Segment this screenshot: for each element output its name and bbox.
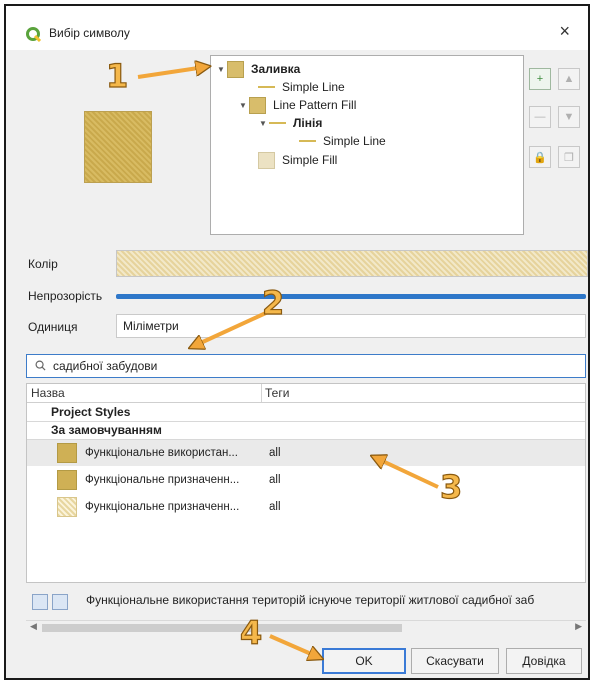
search-icon: [35, 360, 46, 371]
line-swatch-icon: [299, 140, 316, 142]
tree-item-label: Simple Line: [323, 134, 386, 148]
tree-item-simple-line[interactable]: Simple Line: [258, 78, 345, 96]
color-button[interactable]: [116, 250, 588, 277]
tree-item-line-pattern-fill[interactable]: ▼ Line Pattern Fill: [239, 96, 356, 114]
column-tags-header[interactable]: Теги: [265, 386, 289, 400]
annotation-number-1: 1: [105, 56, 129, 95]
qgis-logo-icon: [26, 27, 42, 43]
tree-item-label: Лінія: [293, 116, 323, 130]
collapse-arrow-icon[interactable]: ▼: [217, 65, 227, 74]
search-input[interactable]: садибної забудови: [26, 354, 586, 378]
fill-swatch-icon: [249, 96, 266, 114]
remove-layer-button[interactable]: —: [529, 106, 551, 128]
duplicate-button[interactable]: ❐: [558, 146, 580, 168]
row-name: Функціональне призначенн...: [85, 501, 240, 513]
color-label: Колір: [28, 257, 58, 271]
tree-item-label: Line Pattern Fill: [273, 98, 357, 112]
view-mode-toggle: [32, 594, 68, 610]
tree-item-simple-fill[interactable]: Simple Fill: [258, 151, 337, 169]
symbol-swatch-icon: [57, 497, 77, 517]
line-swatch-icon: [269, 122, 286, 124]
help-button[interactable]: Довідка: [506, 648, 582, 674]
ok-button[interactable]: OK: [322, 648, 406, 674]
column-name-header[interactable]: Назва: [31, 386, 65, 400]
cancel-button[interactable]: Скасувати: [411, 648, 499, 674]
annotation-number-2: 2: [261, 283, 285, 322]
add-layer-button[interactable]: +: [529, 68, 551, 90]
table-row[interactable]: Функціональне призначенн... all: [27, 467, 585, 493]
row-name: Функціональне використан...: [85, 447, 238, 459]
table-row[interactable]: Функціональне призначенн... all: [27, 494, 585, 520]
symbol-swatch-icon: [57, 443, 77, 463]
symbol-layers-tree[interactable]: ▼ Заливка Simple Line ▼ Line Pattern Fil…: [210, 55, 524, 235]
tree-item-label: Simple Fill: [282, 153, 338, 167]
row-tags: all: [269, 474, 281, 486]
symbol-swatch-icon: [57, 470, 77, 490]
scroll-right-icon[interactable]: ▶: [575, 621, 582, 632]
unit-select[interactable]: Міліметри: [116, 314, 586, 338]
scroll-thumb[interactable]: [42, 624, 402, 632]
lock-button[interactable]: 🔒: [529, 146, 551, 168]
group-project-styles[interactable]: Project Styles: [27, 405, 585, 420]
group-divider: [27, 421, 585, 422]
close-button[interactable]: ×: [559, 21, 570, 42]
annotation-number-4: 4: [239, 613, 263, 652]
fill-swatch-icon: [258, 151, 275, 169]
row-tags: all: [269, 501, 281, 513]
fill-swatch-icon: [227, 60, 244, 78]
row-tags: all: [269, 447, 281, 459]
collapse-arrow-icon[interactable]: ▼: [239, 101, 249, 110]
search-value: садибної забудови: [53, 359, 158, 373]
scroll-left-icon[interactable]: ◀: [30, 621, 37, 632]
list-view-icon[interactable]: [52, 594, 68, 610]
line-swatch-icon: [258, 86, 275, 88]
symbols-table[interactable]: Назва Теги Project Styles За замовчуванн…: [26, 383, 586, 583]
window-title: Вибір символу: [49, 26, 130, 40]
tree-item-label: Заливка: [251, 62, 301, 76]
row-name: Функціональне призначенн...: [85, 474, 240, 486]
symbol-preview: [84, 111, 152, 183]
opacity-slider[interactable]: [116, 294, 586, 299]
table-header: Назва Теги: [27, 384, 585, 403]
collapse-arrow-icon[interactable]: ▼: [259, 119, 269, 128]
icon-view-icon[interactable]: [32, 594, 48, 610]
opacity-label: Непрозорість: [28, 289, 103, 303]
tree-item-label: Simple Line: [282, 80, 345, 94]
move-up-button[interactable]: ▲: [558, 68, 580, 90]
table-row[interactable]: Функціональне використан... all: [27, 440, 585, 466]
symbol-description: Функціональне використання територій існ…: [86, 593, 535, 607]
title-bar: Вибір символу ×: [6, 6, 588, 50]
move-down-button[interactable]: ▼: [558, 106, 580, 128]
unit-label: Одиниця: [28, 320, 78, 334]
annotation-number-3: 3: [439, 467, 463, 506]
tree-item-simple-line-sub[interactable]: Simple Line: [299, 132, 386, 150]
tree-item-fill[interactable]: ▼ Заливка: [217, 60, 300, 78]
column-divider: [261, 384, 262, 402]
horizontal-scrollbar[interactable]: ◀ ▶: [26, 620, 586, 635]
group-default[interactable]: За замовчуванням: [27, 423, 585, 438]
tree-item-line[interactable]: ▼ Лінія: [259, 114, 322, 132]
